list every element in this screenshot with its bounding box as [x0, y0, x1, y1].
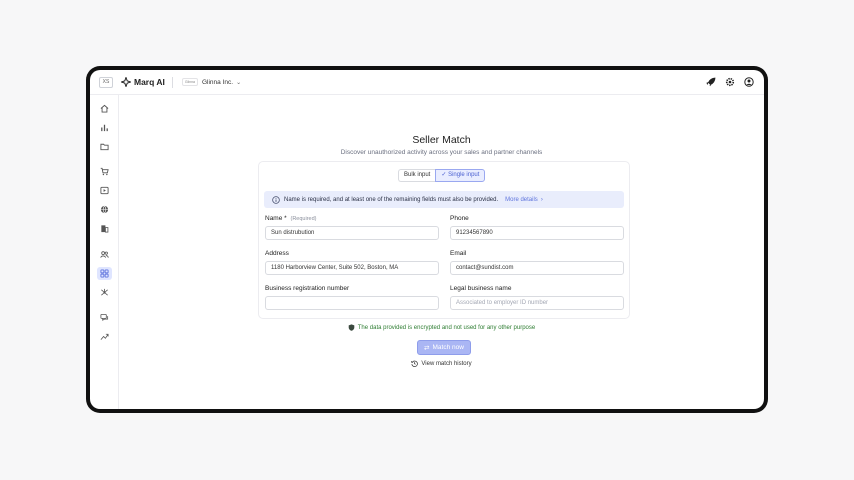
phone-label: Phone	[450, 215, 469, 222]
input-mode-toggle: Bulk input ✓ Single input	[398, 169, 486, 182]
info-notice: Name is required, and at least one of th…	[264, 191, 624, 208]
window-badge[interactable]: XS	[99, 76, 113, 88]
network-icon[interactable]	[97, 286, 112, 299]
top-actions	[705, 76, 754, 87]
address-field[interactable]: 1180 Harborview Center, Suite 502, Bosto…	[265, 261, 439, 275]
grid-icon[interactable]	[97, 267, 112, 280]
swap-icon: ⇄	[424, 344, 430, 352]
check-icon: ✓	[441, 172, 447, 178]
encryption-note: The data provided is encrypted and not u…	[119, 324, 764, 331]
history-icon	[411, 360, 419, 367]
address-label: Address	[265, 250, 289, 257]
page-title: Seller Match	[412, 134, 471, 146]
required-hint: (Required)	[290, 216, 317, 222]
brand[interactable]: Marq AI	[121, 77, 165, 87]
rocket-icon[interactable]	[705, 76, 716, 87]
legal-name-label: Legal business name	[450, 285, 512, 292]
email-label: Email	[450, 250, 467, 257]
single-input-tab[interactable]: ✓ Single input	[435, 169, 486, 182]
sidebar	[90, 95, 119, 409]
registration-number-field[interactable]	[265, 296, 439, 310]
org-switcher[interactable]: Glinna Glinna Inc. ⌄	[181, 78, 242, 86]
shield-icon	[348, 324, 355, 331]
home-icon[interactable]	[97, 102, 112, 115]
encryption-text: The data provided is encrypted and not u…	[357, 324, 536, 331]
match-now-label: Match now	[432, 344, 464, 351]
org-logo: Glinna	[181, 78, 198, 86]
chevron-down-icon: ⌄	[236, 79, 242, 86]
page-subtitle: Discover unauthorized activity across yo…	[340, 149, 543, 156]
name-label: Name * (Required)	[265, 215, 316, 222]
user-icon[interactable]	[743, 76, 754, 87]
legal-name-field[interactable]: Associated to employer ID number	[450, 296, 624, 310]
single-input-label: Single input	[448, 172, 480, 178]
marq-logo-icon	[121, 77, 131, 87]
more-details-link[interactable]: More details	[505, 197, 538, 203]
view-history-link[interactable]: View match history	[119, 360, 764, 367]
bulk-input-tab[interactable]: Bulk input	[398, 169, 436, 182]
gear-icon[interactable]	[724, 76, 735, 87]
device-frame: XS Marq AI Glinna Glinna Inc. ⌄ Seller M…	[86, 66, 768, 413]
notice-text: Name is required, and at least one of th…	[284, 196, 499, 203]
required-star: *	[284, 215, 287, 222]
registration-number-label: Business registration number	[265, 285, 350, 292]
globe-icon[interactable]	[97, 203, 112, 216]
org-name: Glinna Inc.	[201, 78, 234, 86]
seller-match-card: Bulk input ✓ Single input Name is requir…	[258, 161, 630, 319]
top-bar: XS Marq AI Glinna Glinna Inc. ⌄	[90, 70, 764, 95]
cart-icon[interactable]	[97, 165, 112, 178]
app-name: Marq AI	[134, 77, 165, 87]
chevron-right-icon: ›	[540, 196, 543, 203]
trend-icon[interactable]	[97, 330, 112, 343]
match-now-button[interactable]: ⇄ Match now	[417, 340, 471, 355]
chat-icon[interactable]	[97, 311, 112, 324]
play-icon[interactable]	[97, 184, 112, 197]
email-field[interactable]: contact@sundist.com	[450, 261, 624, 275]
name-field[interactable]: Sun distrubution	[265, 226, 439, 240]
chart-icon[interactable]	[97, 121, 112, 134]
view-history-label: View match history	[421, 360, 472, 367]
divider	[171, 76, 173, 88]
folder-icon[interactable]	[97, 140, 112, 153]
name-label-text: Name	[265, 215, 283, 222]
building-icon[interactable]	[97, 222, 112, 235]
phone-field[interactable]: 91234567890	[450, 226, 624, 240]
info-icon	[272, 195, 280, 204]
users-icon[interactable]	[97, 248, 112, 261]
app-screen: XS Marq AI Glinna Glinna Inc. ⌄ Seller M…	[90, 70, 764, 409]
